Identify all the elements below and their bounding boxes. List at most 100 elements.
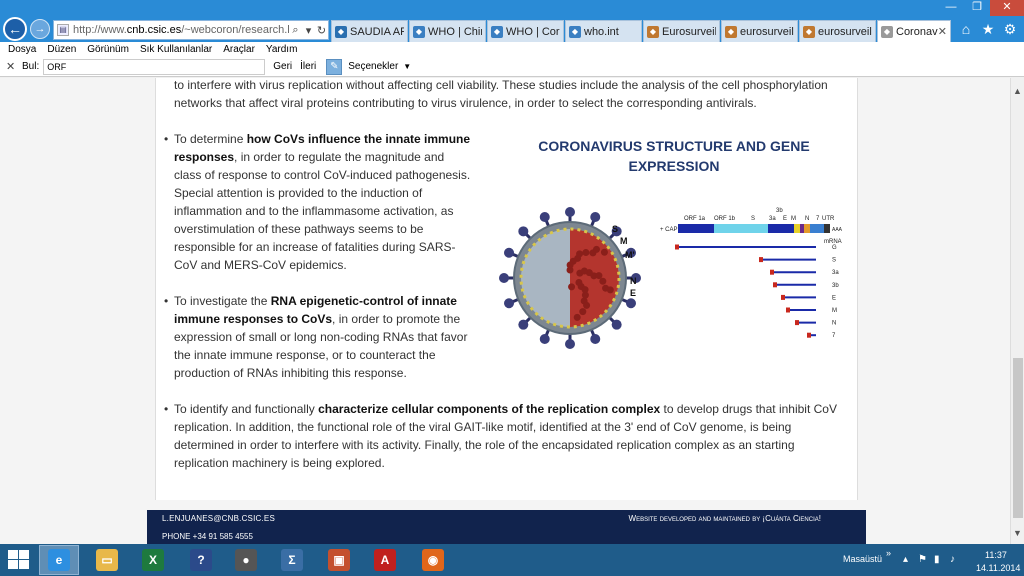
vertical-scrollbar[interactable]: ▲ ▼ [1010,78,1024,544]
genome-label: N [805,216,809,222]
find-previous-button[interactable]: Geri [273,61,292,72]
browser-tab[interactable]: ◆WHO | Coro... [487,20,564,42]
spike-head [565,207,575,217]
taskbar-app-globe-app[interactable]: ● [226,545,266,575]
scroll-up-icon[interactable]: ▲ [1013,86,1022,96]
browser-tab[interactable]: ◆eurosurveill... [799,20,876,42]
mrna-name-label: 3b [832,283,839,289]
tab-strip: ◆SAUDIA AR...◆WHO | Chin...◆WHO | Coro..… [331,20,952,42]
favorites-star-icon[interactable]: ★ [980,21,996,38]
spike-head [539,212,550,223]
menu-help[interactable]: Yardım [266,42,298,57]
bullet-icon: • [164,402,169,416]
url-text[interactable]: http://www.cnb.csic.es/~webcoron/researc… [73,24,289,36]
polya-label: AAA [832,227,843,233]
taskbar-app-math-app[interactable]: Σ [272,545,312,575]
gear-icon[interactable]: ⚙ [1002,21,1018,38]
browser-tools: ⌂ ★ ⚙ [958,21,1018,38]
taskbar-app-internet-explorer[interactable]: e [39,545,79,575]
nucleocapsid-dot [576,250,584,258]
genome-label: E [783,216,787,222]
favicon-icon: ◆ [803,25,815,38]
footer-email[interactable]: L.ENJUANES@CNB.CSIC.ES [162,514,275,523]
desktop-toolbar-label[interactable]: Masaüstü [843,554,882,564]
taskbar-app-file-explorer[interactable]: ▭ [87,545,127,575]
taskbar-app-help[interactable]: ? [181,545,221,575]
arrow-left-icon: ← [8,21,22,37]
nucleocapsid-dot [606,286,614,294]
tab-close-icon[interactable]: ✕ [938,25,947,38]
forward-button[interactable]: → [30,19,50,39]
minimize-button[interactable]: — [938,0,964,16]
close-icon[interactable]: ✕ [6,60,18,73]
home-icon[interactable]: ⌂ [958,21,974,38]
browser-tab[interactable]: ◆ who.int [565,20,642,42]
mrna-cap [786,307,790,313]
clock-date[interactable]: 14.11.2014 [976,563,1020,573]
find-bar: ✕ Bul: Geri İleri ✎ Seçenekler ▼ [0,57,1024,77]
menu-view[interactable]: Görünüm [87,42,129,57]
search-icon[interactable]: ⌕ [289,24,302,37]
find-options-button[interactable]: ✎ Seçenekler ▼ [326,58,411,75]
chevrons-icon[interactable]: » [886,548,891,558]
favicon-icon: ◆ [881,25,893,38]
start-button[interactable] [8,550,30,570]
tab-label: who.int [584,25,619,38]
browser-tab[interactable]: ◆SAUDIA AR... [331,20,408,42]
find-label: Bul: [22,61,40,72]
address-bar[interactable]: ▤ http://www.cnb.csic.es/~webcoron/resea… [53,20,329,40]
taskbar-app-firefox[interactable]: ◉ [413,545,453,575]
menu-favorites[interactable]: Sık Kullanılanlar [140,42,212,57]
bullet-text: To determine [174,132,247,146]
find-next-button[interactable]: İleri [300,61,316,72]
spike-head [504,298,515,309]
taskbar-app-pdf-reader[interactable]: A [365,545,405,575]
excel-icon: X [142,549,164,571]
content-area: to interfere with virus replication with… [155,78,858,500]
menu-tools[interactable]: Araçlar [223,42,255,57]
genome-label: 3b [776,208,783,214]
genome-label: ORF 1a [684,216,706,222]
taskbar-app-presentation-app[interactable]: ▣ [319,545,359,575]
virion-label-m-prime: M' [625,250,635,260]
virion-label-s: S [612,224,618,234]
scroll-thumb[interactable] [1013,358,1023,518]
browser-tab[interactable]: ◆WHO | Chin... [409,20,486,42]
flag-icon[interactable]: ⚑ [918,554,927,565]
close-window-button[interactable]: ✕ [990,0,1024,16]
restore-button[interactable]: ❐ [964,0,990,16]
favicon-icon: ◆ [335,25,347,38]
menu-file[interactable]: Dosya [8,42,36,57]
volume-icon[interactable]: ♪ [950,554,955,565]
taskbar-app-excel[interactable]: X [133,545,173,575]
mrna-name-label: S [832,258,836,264]
browser-tab[interactable]: ◆Coronavi...✕ [877,20,951,42]
back-button[interactable]: ← [3,17,27,41]
menu-edit[interactable]: Düzen [47,42,76,57]
browser-tab[interactable]: ◆eurosurveill... [721,20,798,42]
network-icon[interactable]: ▮ [934,554,940,565]
nucleocapsid-dot [573,313,581,321]
browser-titlebar: ← → ▤ http://www.cnb.csic.es/~webcoron/r… [0,0,1024,42]
scroll-down-icon[interactable]: ▼ [1013,528,1022,538]
find-input[interactable] [43,58,266,75]
bullet-text: To identify and functionally [174,402,319,416]
help-icon: ? [190,549,212,571]
spike-head [499,273,509,283]
firefox-icon: ◉ [422,549,444,571]
refresh-icon[interactable]: ↻ [315,24,328,37]
clock-time[interactable]: 11:37 [985,550,1007,560]
arrow-right-icon: → [34,23,46,35]
nucleocapsid-dot [582,249,590,257]
favicon-icon: ◆ [725,25,737,38]
browser-tab[interactable]: ◆Eurosurveill... [643,20,720,42]
tab-label: eurosurveill... [740,25,794,38]
list-item: • To identify and functionally character… [164,400,850,472]
nucleocapsid-dot [566,261,574,269]
intro-paragraph: to interfere with virus replication with… [174,78,828,110]
spike-head [565,339,575,349]
dropdown-icon[interactable]: ▾ [302,24,315,37]
mrna-name-label: N [832,321,836,327]
tray-expand-icon[interactable]: ▴ [903,554,908,565]
footer-credit[interactable]: Website developed and maintained by ¡Cuá… [629,514,821,523]
